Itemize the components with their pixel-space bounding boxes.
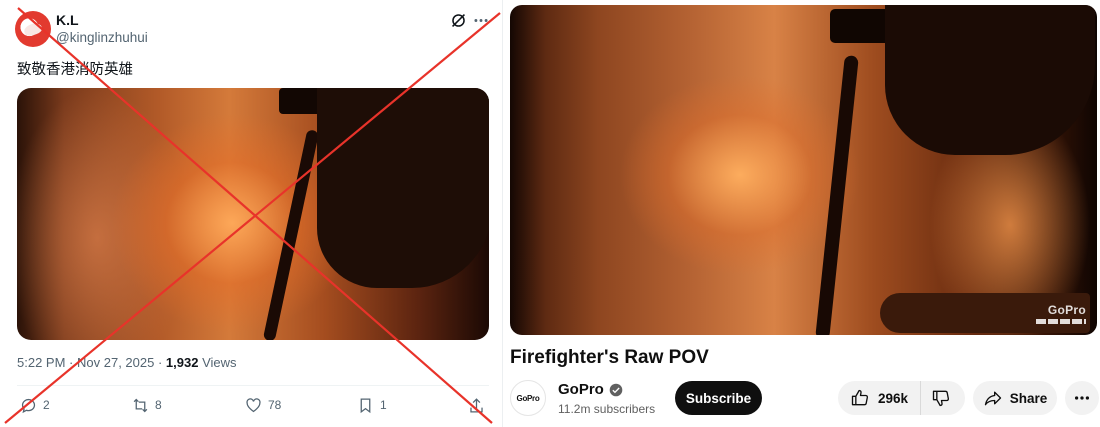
scene-air-tank [885,5,1095,155]
author-avatar[interactable] [15,11,51,47]
channel-name[interactable]: GoPro [558,381,604,398]
repost-icon [133,398,148,412]
tweet-views-count: 1,932 [165,355,199,370]
share-icon [470,397,483,413]
tweet-views-label: Views [202,355,237,370]
like-dislike-group: 296k [838,381,965,415]
bookmark-count: 1 [380,398,387,412]
scene-air-tank [317,88,489,288]
bookmark-button[interactable]: 1 [357,396,387,414]
video-share-button[interactable]: Share [973,381,1057,415]
author-name[interactable]: K.L [56,12,79,28]
thumbs-down-icon [932,390,950,407]
share-arrow-icon [984,391,1001,406]
video-like-count: 296k [878,390,909,406]
reply-count: 2 [43,398,50,412]
tweet-card: K.L @kinglinzhuhui 致敬香港消防英雄 5:22 PM · No… [0,0,503,427]
tweet-time[interactable]: 5:22 PM [17,355,65,370]
verified-icon [609,383,623,396]
channel-avatar[interactable]: GoPro [510,380,546,416]
tweet-meta: 5:22 PM · Nov 27, 2025 · 1,932 Views [17,355,237,370]
author-handle[interactable]: @kinglinzhuhui [56,30,148,45]
tweet-video-thumbnail[interactable] [17,88,489,340]
like-button[interactable]: 78 [245,396,281,414]
more-actions-button[interactable] [1065,381,1099,415]
channel-name-row[interactable]: GoPro [558,381,623,398]
more-options-icon[interactable] [472,12,490,29]
scene-hose [815,55,859,335]
video-dislike-button[interactable] [921,381,961,415]
video-like-button[interactable]: 296k [838,381,922,415]
gopro-watermark-bar [1036,319,1086,324]
more-horizontal-icon [1074,396,1090,400]
video-title: Firefighter's Raw POV [510,347,709,368]
share-tweet-button[interactable] [468,396,485,414]
grok-icon[interactable] [450,12,467,29]
subscribe-button[interactable]: Subscribe [675,381,762,415]
share-label: Share [1009,390,1048,406]
video-player[interactable]: GoPro [510,5,1097,335]
subscriber-count: 11.2m subscribers [558,402,656,416]
reply-icon [21,398,36,413]
gopro-watermark: GoPro [1047,303,1086,317]
thumbs-up-icon [851,389,869,406]
repost-button[interactable]: 8 [132,396,162,414]
tweet-text: 致敬香港消防英雄 [17,62,133,78]
youtube-panel: GoPro Firefighter's Raw POV GoPro GoPro … [504,0,1100,427]
reply-button[interactable]: 2 [20,396,50,414]
like-count: 78 [268,398,282,412]
tweet-date[interactable]: Nov 27, 2025 [77,355,154,370]
heart-icon [246,397,261,412]
repost-count: 8 [155,398,162,412]
divider [17,385,489,386]
channel-avatar-logo: GoPro [516,393,540,403]
scene-hose [262,129,320,340]
bookmark-icon [360,397,371,413]
